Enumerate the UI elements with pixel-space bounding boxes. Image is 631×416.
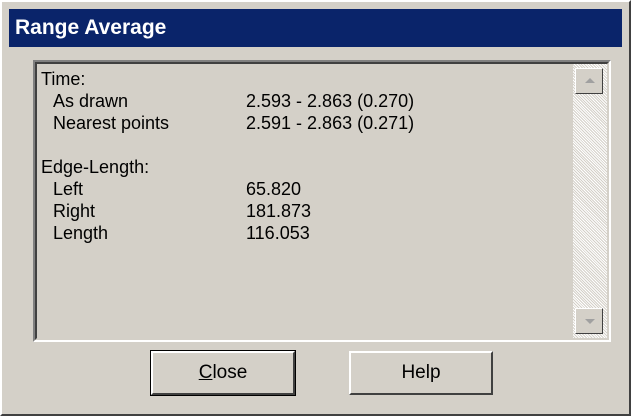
length-label: Length (53, 223, 109, 243)
scroll-up-button[interactable] (575, 68, 603, 94)
edge-heading-row: Edge-Length: (41, 156, 571, 178)
scroll-down-button[interactable] (575, 308, 603, 334)
vertical-scrollbar[interactable] (573, 64, 607, 338)
left-value: 65.820 (246, 179, 302, 199)
edge-length-heading: Edge-Length: (41, 157, 150, 177)
close-label-rest: lose (212, 362, 248, 383)
nearest-points-value: 2.591 - 2.863 (0.271) (246, 113, 415, 133)
as-drawn-label: As drawn (53, 91, 129, 111)
right-value: 181.873 (246, 201, 312, 221)
left-label: Left (53, 179, 84, 199)
results-content: Time: As drawn 2.593 - 2.863 (0.270) Nea… (41, 68, 571, 244)
results-textbox-frame: Time: As drawn 2.593 - 2.863 (0.270) Nea… (35, 62, 609, 340)
range-average-dialog: Range Average Time: As drawn 2.593 - 2.8… (0, 0, 631, 416)
arrow-up-icon (585, 78, 595, 83)
dialog-title: Range Average (9, 9, 622, 47)
as-drawn-value: 2.593 - 2.863 (0.270) (246, 91, 415, 111)
results-textbox[interactable]: Time: As drawn 2.593 - 2.863 (0.270) Nea… (33, 60, 611, 342)
nearest-points-row: Nearest points 2.591 - 2.863 (0.271) (41, 112, 571, 134)
length-value: 116.053 (246, 223, 310, 243)
time-heading: Time: (41, 69, 86, 89)
nearest-points-label: Nearest points (53, 113, 170, 133)
right-label: Right (53, 201, 96, 221)
time-heading-row: Time: (41, 68, 571, 90)
help-button[interactable]: Help (349, 351, 493, 395)
length-row: Length 116.053 (41, 222, 571, 244)
close-mnemonic: C (198, 362, 213, 383)
as-drawn-row: As drawn 2.593 - 2.863 (0.270) (41, 90, 571, 112)
close-button[interactable]: Close (150, 350, 296, 396)
right-row: Right 181.873 (41, 200, 571, 222)
arrow-down-icon (585, 319, 595, 324)
left-row: Left 65.820 (41, 178, 571, 200)
